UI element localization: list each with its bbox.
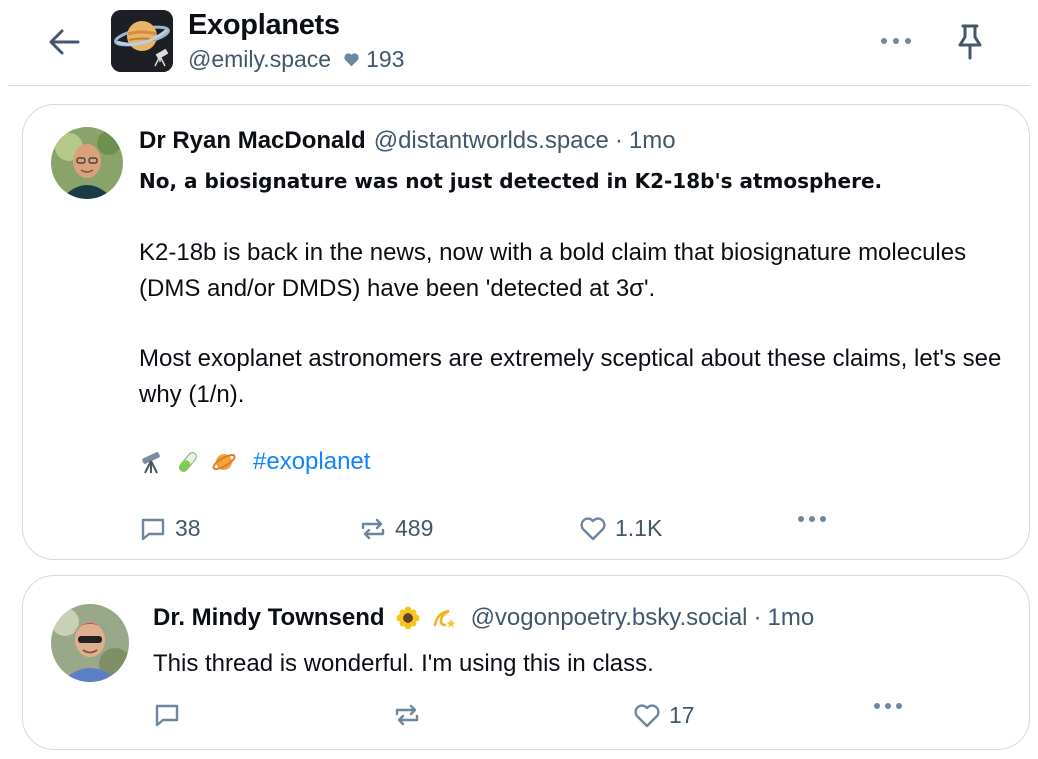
sunflower-emoji (395, 605, 421, 631)
more-horizontal-icon (798, 516, 826, 522)
post-more-button[interactable] (797, 515, 827, 523)
feed-avatar[interactable] (111, 10, 173, 72)
feed-more-button[interactable] (874, 26, 918, 56)
avatar[interactable] (51, 127, 123, 199)
back-button[interactable] (44, 22, 84, 62)
post-meta: Dr Ryan MacDonald @distantworlds.space ·… (139, 127, 676, 155)
header-divider (8, 85, 1030, 86)
author-handle[interactable]: @distantworlds.space (374, 127, 609, 155)
pin-feed-button[interactable] (950, 20, 990, 64)
heart-icon (580, 516, 606, 540)
pin-icon (958, 24, 982, 60)
post-age[interactable]: 1mo (629, 127, 676, 155)
like-count: 1.1K (615, 515, 663, 541)
feed-handle[interactable]: @emily.space (188, 46, 331, 73)
heart-icon (634, 703, 660, 727)
telescope-emoji (142, 452, 160, 474)
ringed-planet-emoji (212, 454, 236, 470)
hashtag-link[interactable]: #exoplanet (253, 448, 370, 476)
reply-count: 38 (175, 515, 201, 541)
repost-button[interactable] (393, 702, 429, 728)
reply-icon (141, 518, 165, 540)
avatar[interactable] (51, 604, 129, 682)
arrow-left-icon (49, 29, 80, 55)
post-more-button[interactable] (873, 702, 903, 710)
repost-button[interactable]: 489 (359, 515, 433, 542)
meta-separator: · (614, 127, 623, 154)
repost-icon (361, 518, 385, 539)
saturn-icon (111, 10, 173, 72)
post-tagline: #exoplanet (139, 448, 370, 476)
repost-icon (395, 704, 419, 726)
more-horizontal-icon (881, 38, 911, 44)
author-handle[interactable]: @vogonpoetry.bsky.social (471, 604, 748, 632)
reply-button[interactable] (153, 702, 189, 728)
feed-like-count: 193 (366, 46, 405, 72)
dizzy-emoji (431, 605, 457, 631)
reply-icon (155, 704, 179, 727)
post-headline: No, a biosignature was not just detected… (139, 169, 883, 193)
author-name[interactable]: Dr Ryan MacDonald (139, 127, 366, 155)
like-count: 17 (669, 702, 695, 728)
post-text: This thread is wonderful. I'm using this… (153, 650, 654, 677)
post-card[interactable]: Dr. Mindy Townsend @vogonpoetry.bsky.soc… (22, 575, 1030, 750)
feed-title: Exoplanets (188, 9, 340, 41)
post-age[interactable]: 1mo (768, 604, 815, 632)
post-meta: Dr. Mindy Townsend @vogonpoetry.bsky.soc… (153, 604, 814, 632)
test-tube-emoji (178, 452, 198, 472)
author-name[interactable]: Dr. Mindy Townsend (153, 604, 385, 632)
post-paragraph: Most exoplanet astronomers are extremely… (139, 345, 1002, 408)
reply-button[interactable]: 38 (139, 515, 201, 542)
meta-separator: · (753, 604, 762, 631)
repost-count: 489 (395, 515, 434, 541)
like-button[interactable]: 1.1K (579, 515, 662, 542)
post-paragraph: K2-18b is back in the news, now with a b… (139, 239, 967, 302)
feed-subtitle: @emily.space 193 (188, 46, 404, 73)
more-horizontal-icon (874, 703, 902, 709)
post-card[interactable]: Dr Ryan MacDonald @distantworlds.space ·… (22, 104, 1030, 560)
feed-header: Exoplanets @emily.space 193 (0, 0, 1038, 86)
heart-filled-icon (343, 52, 360, 67)
like-button[interactable]: 17 (633, 702, 695, 729)
